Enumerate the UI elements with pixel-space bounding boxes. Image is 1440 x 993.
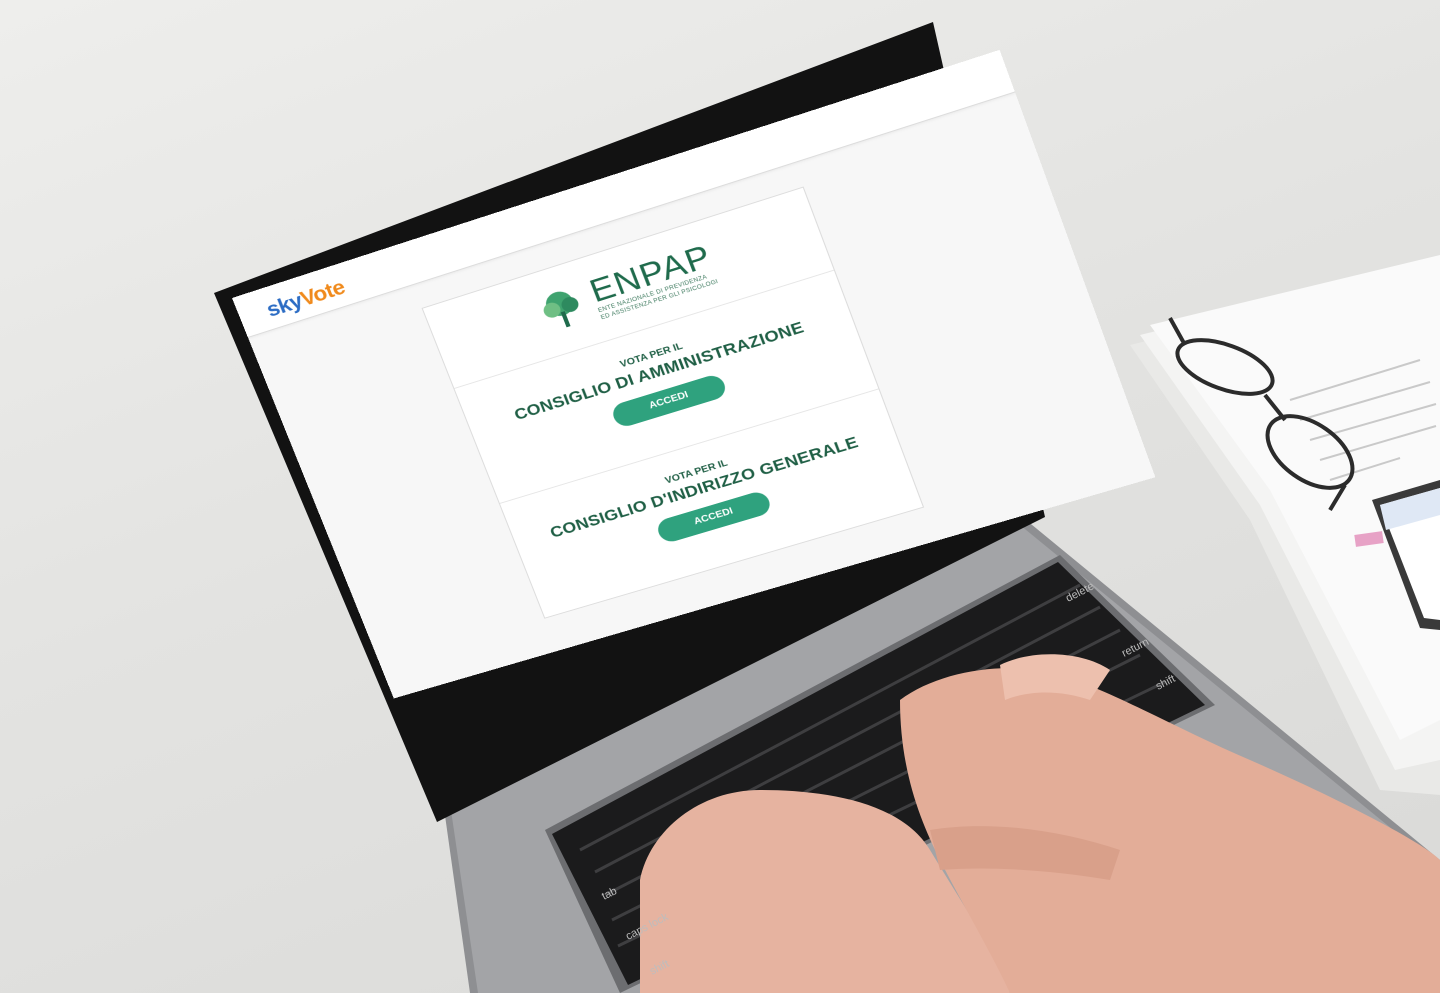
key-shift-right[interactable]: shift [1154, 673, 1177, 693]
key-delete[interactable]: delete [1064, 580, 1096, 604]
key-tab[interactable]: tab [600, 885, 619, 903]
photo-scene: skyVote ENPAP Ente Nazionale di Previden… [0, 0, 1440, 993]
keyboard-legends: delete return shift tab caps lock shift [0, 0, 1440, 993]
key-caps-lock[interactable]: caps lock [624, 911, 671, 943]
key-shift-left[interactable]: shift [648, 958, 671, 978]
key-return[interactable]: return [1120, 636, 1151, 660]
